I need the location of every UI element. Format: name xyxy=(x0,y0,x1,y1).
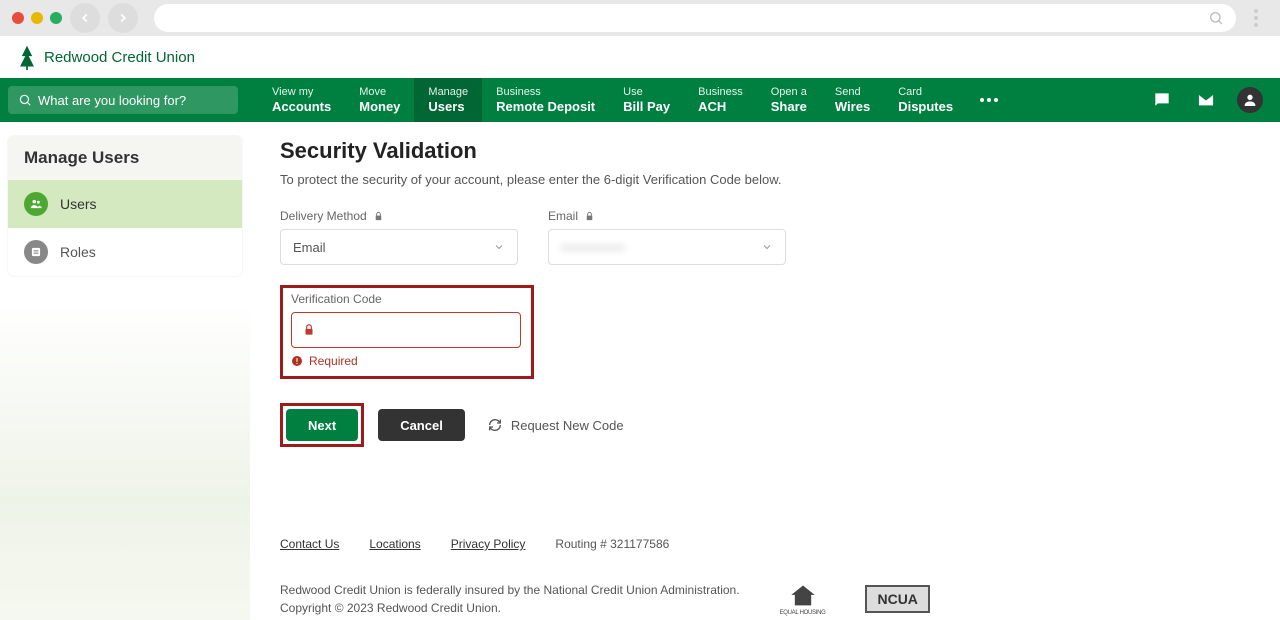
sidebar-item-label: Users xyxy=(60,196,97,212)
lock-icon xyxy=(584,211,595,222)
email-label: Email xyxy=(548,209,786,223)
nav-item-accounts[interactable]: View myAccounts xyxy=(258,78,345,122)
verification-code-input[interactable] xyxy=(291,312,521,348)
browser-menu-button[interactable] xyxy=(1244,9,1268,27)
nav-item-wires[interactable]: SendWires xyxy=(821,78,884,122)
lock-icon xyxy=(373,211,384,222)
browser-chrome xyxy=(0,0,1280,36)
sidebar: Manage Users Users Roles xyxy=(0,122,250,620)
close-window-icon[interactable] xyxy=(12,12,24,24)
logo[interactable]: Redwood Credit Union xyxy=(18,44,195,70)
footer: Contact Us Locations Privacy Policy Rout… xyxy=(280,537,1250,617)
maximize-window-icon[interactable] xyxy=(50,12,62,24)
lock-icon xyxy=(302,323,316,337)
nav-item-money[interactable]: MoveMoney xyxy=(345,78,414,122)
footer-routing: Routing # 321177586 xyxy=(555,537,669,551)
email-select[interactable]: •••••••••••••• xyxy=(548,229,786,265)
nav-item-share[interactable]: Open aShare xyxy=(757,78,821,122)
next-button[interactable]: Next xyxy=(286,409,358,441)
logo-text: Redwood Credit Union xyxy=(44,49,195,66)
nav-item-disputes[interactable]: CardDisputes xyxy=(884,78,967,122)
next-button-highlight: Next xyxy=(280,403,364,447)
chat-icon[interactable] xyxy=(1140,78,1184,122)
footer-link-privacy[interactable]: Privacy Policy xyxy=(451,537,526,551)
nav-more-button[interactable] xyxy=(967,78,1011,122)
sidebar-item-roles[interactable]: Roles xyxy=(8,228,242,276)
search-icon xyxy=(18,93,32,107)
logo-bar: Redwood Credit Union xyxy=(0,36,1280,78)
search-icon xyxy=(1208,10,1224,26)
users-icon xyxy=(24,192,48,216)
verification-code-highlight: Verification Code Required xyxy=(280,285,534,379)
error-icon xyxy=(291,355,303,367)
nav-item-remote-deposit[interactable]: BusinessRemote Deposit xyxy=(482,78,609,122)
equal-housing-icon: EQUAL HOUSING xyxy=(780,582,826,616)
nav-search-placeholder: What are you looking for? xyxy=(38,93,186,108)
back-button[interactable] xyxy=(70,3,100,33)
url-bar[interactable] xyxy=(154,4,1236,32)
delivery-method-select[interactable]: Email xyxy=(280,229,518,265)
footer-copyright: Copyright © 2023 Redwood Credit Union. xyxy=(280,599,740,617)
cancel-button[interactable]: Cancel xyxy=(378,409,465,441)
nav-item-ach[interactable]: BusinessACH xyxy=(684,78,757,122)
chevron-down-icon xyxy=(493,241,505,253)
sidebar-item-users[interactable]: Users xyxy=(8,180,242,228)
content: Security Validation To protect the secur… xyxy=(250,122,1280,620)
chevron-down-icon xyxy=(761,241,773,253)
delivery-method-label: Delivery Method xyxy=(280,209,518,223)
nav-item-bill-pay[interactable]: UseBill Pay xyxy=(609,78,684,122)
footer-insured-text: Redwood Credit Union is federally insure… xyxy=(280,581,740,599)
roles-icon xyxy=(24,240,48,264)
page-subtitle: To protect the security of your account,… xyxy=(280,172,1250,187)
mail-icon[interactable] xyxy=(1184,78,1228,122)
refresh-icon xyxy=(487,417,503,433)
verification-code-error: Required xyxy=(291,354,521,368)
footer-link-locations[interactable]: Locations xyxy=(369,537,420,551)
minimize-window-icon[interactable] xyxy=(31,12,43,24)
page-title: Security Validation xyxy=(280,138,1250,164)
request-new-code-link[interactable]: Request New Code xyxy=(487,417,624,433)
sidebar-title: Manage Users xyxy=(8,136,242,180)
footer-link-contact[interactable]: Contact Us xyxy=(280,537,339,551)
profile-button[interactable] xyxy=(1228,78,1272,122)
nav-item-users[interactable]: ManageUsers xyxy=(414,78,482,122)
main-nav: What are you looking for? View myAccount… xyxy=(0,78,1280,122)
tree-icon xyxy=(18,44,36,70)
nav-search-input[interactable]: What are you looking for? xyxy=(8,86,238,114)
ncua-badge: NCUA xyxy=(865,585,929,613)
avatar-icon xyxy=(1237,87,1263,113)
verification-code-label: Verification Code xyxy=(291,292,521,306)
forward-button[interactable] xyxy=(108,3,138,33)
window-controls xyxy=(12,12,62,24)
sidebar-item-label: Roles xyxy=(60,244,96,260)
